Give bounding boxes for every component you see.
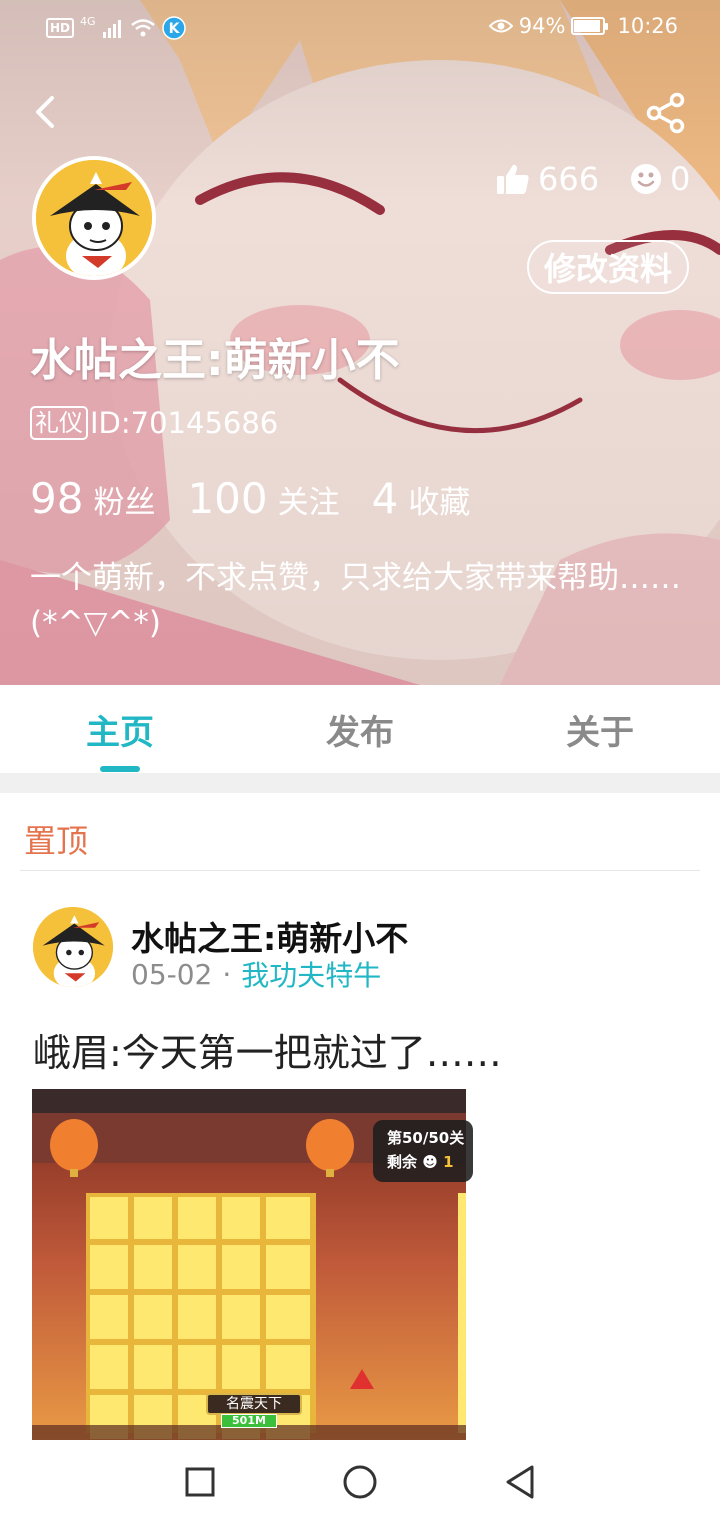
square-nav-icon[interactable] xyxy=(180,1462,220,1502)
back-icon[interactable] xyxy=(28,92,64,132)
battery-icon xyxy=(571,17,609,35)
status-bar: HD 4G K 94% 10:26 xyxy=(0,0,720,58)
reactions-count: 0 xyxy=(670,160,691,198)
post-meta: 05-02 · 我功夫特牛 xyxy=(131,954,381,994)
app-badge-icon: K xyxy=(161,16,186,40)
likes-count: 666 xyxy=(538,160,600,198)
circle-nav-icon[interactable] xyxy=(340,1462,380,1502)
profile-bio: 一个萌新，不求点赞，只求给大家带来帮助…… (*^▽^*) xyxy=(30,560,681,641)
game-remaining: 剩余 ☻ 1 xyxy=(387,1150,473,1174)
active-tab-indicator xyxy=(100,766,140,772)
eye-icon xyxy=(488,19,513,33)
followers-label[interactable]: 粉丝 xyxy=(93,477,155,522)
game-level-text: 第50/50关 xyxy=(387,1129,465,1147)
following-label[interactable]: 关注 xyxy=(278,477,340,522)
tab-posts[interactable]: 发布 xyxy=(300,705,420,754)
game-remaining-label: 剩余 xyxy=(387,1153,418,1171)
profile-username: 水帖之王:萌新小不 xyxy=(30,335,400,386)
battery-fill xyxy=(574,20,601,32)
pinned-section-title: 置顶 xyxy=(24,822,89,860)
network-type: 4G xyxy=(80,15,96,28)
favorites-label[interactable]: 收藏 xyxy=(408,477,470,522)
share-icon[interactable] xyxy=(644,92,688,134)
favorites-count[interactable]: 4 xyxy=(372,474,399,523)
profile-stats: 98 粉丝 100 关注 4 收藏 xyxy=(30,474,502,523)
svg-text:K: K xyxy=(168,21,180,37)
tab-home[interactable]: 主页 xyxy=(60,705,180,754)
smiley-icon xyxy=(631,164,661,194)
section-separator xyxy=(0,773,720,793)
likes-counter[interactable]: 666 xyxy=(496,160,599,198)
status-left: HD 4G K xyxy=(46,16,186,40)
profile-avatar[interactable] xyxy=(32,156,156,280)
user-id: ID:70145686 xyxy=(90,406,279,440)
status-right: 94% 10:26 xyxy=(488,14,678,38)
game-remaining-count: 1 xyxy=(443,1153,454,1171)
triangle-nav-icon[interactable] xyxy=(500,1462,540,1502)
hd-indicator: HD xyxy=(46,18,75,38)
meta-separator: · xyxy=(222,957,232,991)
profile-tabs: 主页 发布 关于 xyxy=(0,685,720,773)
post-text[interactable]: 峨眉:今天第一把就过了…… xyxy=(33,1022,502,1077)
post-author-avatar[interactable] xyxy=(33,907,113,987)
game-health-bar: 501M xyxy=(221,1414,277,1428)
divider xyxy=(20,870,700,871)
clock: 10:26 xyxy=(617,14,678,38)
edit-profile-button[interactable]: 修改资料 xyxy=(527,240,689,294)
avatar-illustration xyxy=(36,160,152,276)
game-level-badge: 第50/50关 剩余 ☻ 1 xyxy=(373,1120,473,1182)
following-count[interactable]: 100 xyxy=(187,474,267,523)
signal-icon xyxy=(102,20,121,38)
user-id-row: 礼仪 ID:70145686 xyxy=(30,406,278,440)
battery-percent: 94% xyxy=(518,14,566,38)
system-nav-bar xyxy=(0,1440,720,1520)
wifi-icon xyxy=(130,19,155,37)
thumbs-up-icon xyxy=(497,164,529,194)
post-date: 05-02 xyxy=(131,957,213,991)
user-tag-badge: 礼仪 xyxy=(30,406,88,440)
post-avatar-illustration xyxy=(33,907,113,987)
followers-count[interactable]: 98 xyxy=(30,474,83,523)
tab-about[interactable]: 关于 xyxy=(540,705,660,754)
skull-icon: ☻ xyxy=(422,1153,438,1171)
reactions-counter[interactable]: 0 xyxy=(630,160,690,198)
post-author-name[interactable]: 水帖之王:萌新小不 xyxy=(131,912,408,960)
post-board-link[interactable]: 我功夫特牛 xyxy=(241,954,381,994)
game-sign: 名震天下 xyxy=(206,1393,302,1415)
